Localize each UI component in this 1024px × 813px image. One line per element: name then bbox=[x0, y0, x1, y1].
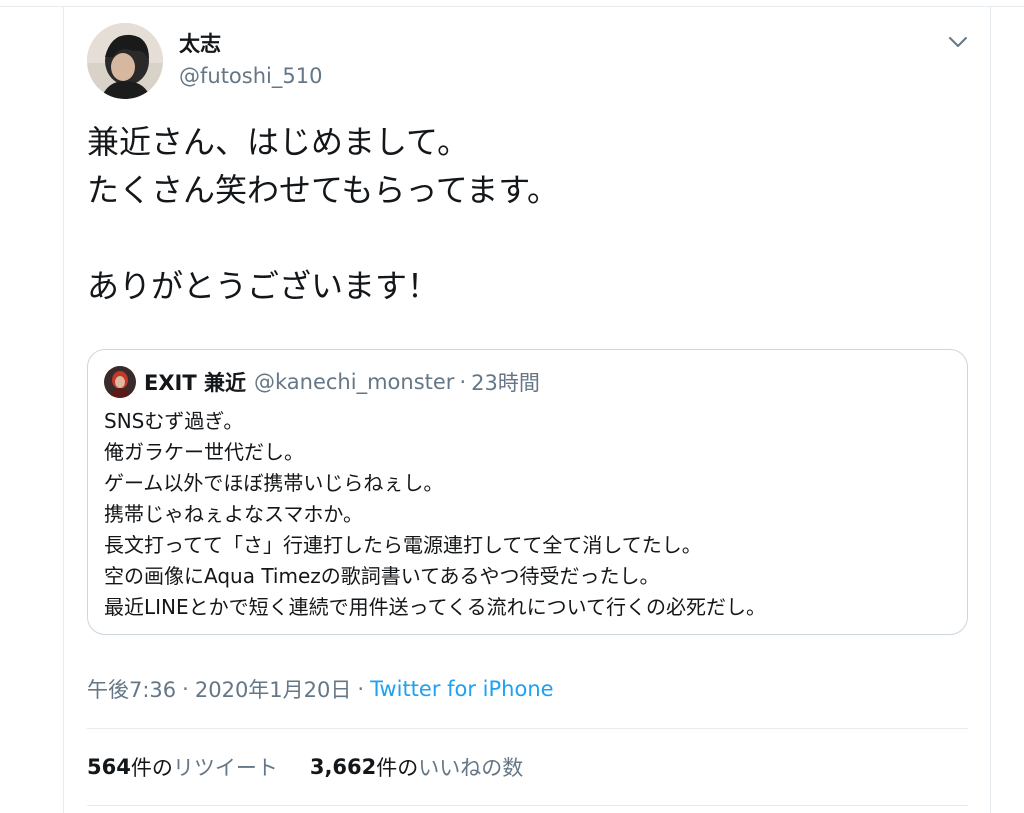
quoted-text-line: 空の画像にAqua Timezの歌詞書いてあるやつ待受だったし。 bbox=[104, 564, 660, 588]
top-divider bbox=[0, 6, 1024, 7]
author-display-name[interactable]: 太志 bbox=[179, 30, 221, 58]
quoted-author-avatar-image bbox=[104, 366, 136, 398]
column-border-left bbox=[63, 6, 64, 813]
like-unit: 件の bbox=[376, 756, 419, 780]
tweet-meta: 午後7:36 · 2020年1月20日 · Twitter for iPhone bbox=[87, 673, 554, 705]
stats-divider-bottom bbox=[87, 805, 968, 806]
meta-separator: · bbox=[357, 677, 365, 701]
retweet-count: 564 bbox=[87, 755, 131, 779]
quoted-header-separator: · bbox=[459, 370, 467, 394]
quoted-tweet-time: 23時間 bbox=[471, 371, 540, 395]
chevron-down-icon bbox=[949, 37, 967, 47]
tweet-text-line: 兼近さん、はじめまして。 bbox=[87, 123, 470, 161]
column-border-right bbox=[990, 6, 991, 813]
quoted-tweet-card[interactable]: EXIT 兼近 @kanechi_monster · 23時間 SNSむず過ぎ。… bbox=[87, 349, 968, 635]
tweet-menu-button[interactable] bbox=[944, 30, 972, 54]
author-avatar-image bbox=[87, 23, 163, 99]
quoted-tweet-text: SNSむず過ぎ。 俺ガラケー世代だし。 ゲーム以外でほぼ携帯いじらねぇし。 携帯… bbox=[104, 406, 954, 623]
quoted-text-line: ゲーム以外でほぼ携帯いじらねぇし。 bbox=[104, 471, 444, 495]
author-avatar[interactable] bbox=[87, 23, 163, 99]
meta-separator: · bbox=[182, 677, 189, 701]
tweet-date[interactable]: 2020年1月20日 bbox=[195, 674, 352, 704]
author-handle[interactable]: @futoshi_510 bbox=[179, 62, 322, 90]
tweet-text-line: たくさん笑わせてもらってます。 bbox=[87, 171, 560, 209]
quoted-text-line: 最近LINEとかで短く連続で用件送ってくる流れについて行くの必死だし。 bbox=[104, 595, 767, 619]
quoted-text-line: 携帯じゃねぇよなスマホか。 bbox=[104, 502, 363, 526]
tweet-time[interactable]: 午後7:36 bbox=[87, 674, 176, 704]
quoted-author-handle: @kanechi_monster bbox=[254, 370, 455, 394]
like-label: いいねの数 bbox=[418, 756, 524, 780]
stats-divider-top bbox=[87, 728, 968, 729]
tweet-source-link[interactable]: Twitter for iPhone bbox=[370, 677, 554, 701]
quoted-text-line: 俺ガラケー世代だし。 bbox=[104, 440, 304, 464]
quoted-tweet-header: EXIT 兼近 @kanechi_monster · 23時間 bbox=[144, 366, 540, 398]
retweet-label: リツイート bbox=[172, 756, 278, 780]
tweet-text-line: ありがとうございます！ bbox=[87, 267, 440, 305]
retweet-count-link[interactable]: 564 件の リツイート bbox=[87, 752, 278, 782]
tweet-text: 兼近さん、はじめまして。 たくさん笑わせてもらってます。 ありがとうございます！ bbox=[87, 118, 967, 310]
like-count-link[interactable]: 3,662 件の いいねの数 bbox=[310, 752, 523, 782]
quoted-author-name: EXIT 兼近 bbox=[144, 371, 246, 395]
tweet-stats: 564 件の リツイート 3,662 件の いいねの数 bbox=[87, 750, 555, 784]
like-count: 3,662 bbox=[309, 755, 377, 779]
quoted-text-line: SNSむず過ぎ。 bbox=[104, 409, 244, 433]
quoted-text-line: 長文打ってて「さ」行連打したら電源連打してて全て消してたし。 bbox=[104, 533, 702, 557]
quoted-author-avatar bbox=[104, 366, 136, 398]
retweet-unit: 件の bbox=[130, 756, 173, 780]
